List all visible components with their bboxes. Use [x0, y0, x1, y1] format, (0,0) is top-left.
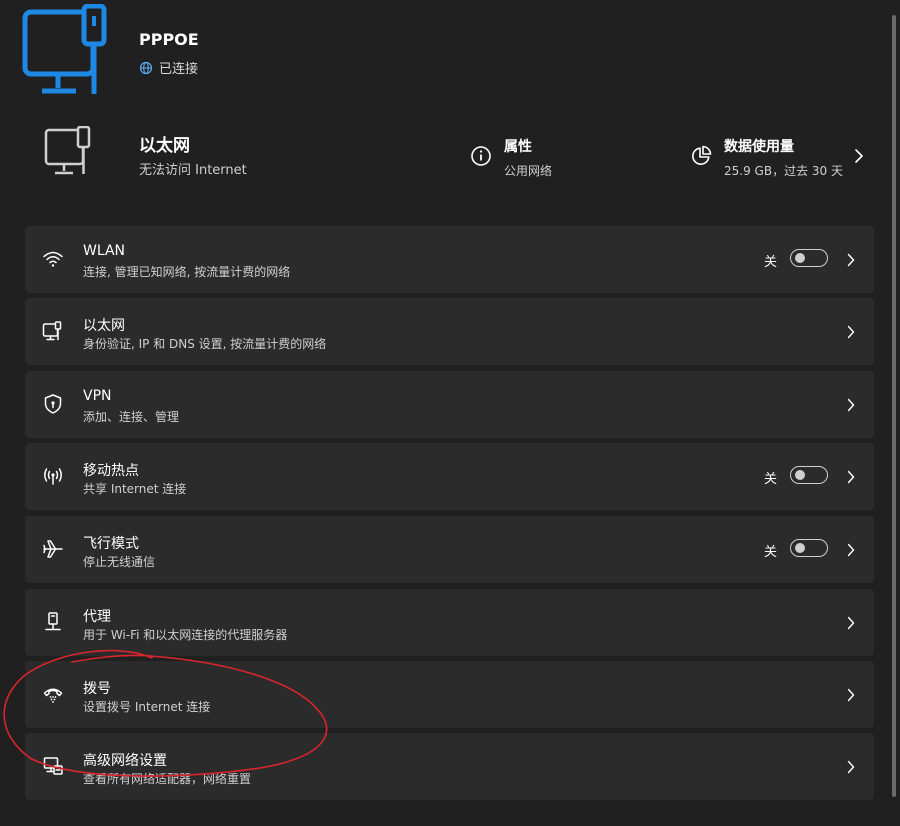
settings-item-dialup[interactable]: 拨号 设置拨号 Internet 连接 [25, 661, 874, 728]
settings-item-vpn[interactable]: VPN 添加、连接、管理 [25, 371, 874, 438]
toggle-knob [795, 543, 805, 553]
item-title: VPN [83, 388, 112, 404]
scrollbar[interactable] [892, 15, 896, 797]
settings-item-wlan[interactable]: WLAN 连接, 管理已知网络, 按流量计费的网络 关 [25, 226, 874, 293]
network-adapter-icon [43, 757, 63, 775]
chevron-right-icon [847, 470, 855, 484]
settings-item-mobile-hotspot[interactable]: 移动热点 共享 Internet 连接 关 [25, 443, 874, 510]
network-settings-page: PPPOE 已连接 以太网 无法访问 Internet 属性 公用网络 数据使用… [0, 0, 900, 826]
item-subtitle: 身份验证, IP 和 DNS 设置, 按流量计费的网络 [83, 337, 327, 351]
item-subtitle: 用于 Wi-Fi 和以太网连接的代理服务器 [83, 628, 288, 642]
item-title: 代理 [83, 609, 111, 625]
chevron-right-icon [847, 688, 855, 702]
connection-title: PPPOE [139, 30, 199, 49]
item-title: 拨号 [83, 681, 111, 697]
item-title: 飞行模式 [83, 536, 139, 552]
item-subtitle: 连接, 管理已知网络, 按流量计费的网络 [83, 265, 291, 279]
data-usage-button[interactable]: 数据使用量 25.9 GB，过去 30 天 [690, 136, 843, 179]
airplane-icon [43, 540, 63, 558]
settings-item-advanced-network[interactable]: 高级网络设置 查看所有网络适配器，网络重置 [25, 733, 874, 800]
pie-chart-icon [692, 145, 712, 165]
wifi-icon [43, 251, 63, 267]
item-title: WLAN [83, 243, 126, 259]
ethernet-icon [42, 321, 62, 341]
data-usage-subtitle: 25.9 GB，过去 30 天 [724, 164, 843, 178]
chevron-right-icon [847, 325, 855, 339]
ethernet-title: 以太网 [139, 136, 190, 156]
hotspot-icon [44, 468, 62, 485]
globe-icon [139, 61, 153, 74]
properties-title: 属性 [504, 139, 532, 155]
connection-status: 已连接 [139, 58, 198, 77]
ethernet-subtitle: 无法访问 Internet [139, 163, 247, 178]
chevron-right-icon [847, 543, 855, 557]
dialup-icon [43, 688, 63, 703]
chevron-right-icon [847, 253, 855, 267]
settings-item-airplane-mode[interactable]: 飞行模式 停止无线通信 关 [25, 516, 874, 583]
shield-icon [44, 394, 62, 414]
toggle-state-label: 关 [764, 545, 778, 560]
chevron-right-icon [847, 616, 855, 630]
toggle-state-label: 关 [764, 472, 778, 487]
connection-status-label: 已连接 [159, 62, 199, 77]
item-subtitle: 设置拨号 Internet 连接 [83, 700, 211, 714]
item-subtitle: 添加、连接、管理 [83, 410, 180, 424]
item-title: 移动热点 [83, 463, 139, 479]
item-title: 高级网络设置 [83, 753, 167, 769]
item-subtitle: 查看所有网络适配器，网络重置 [83, 772, 252, 786]
ethernet-computer-icon [22, 4, 107, 94]
chevron-right-icon [847, 760, 855, 774]
chevron-right-icon [847, 398, 855, 412]
wlan-toggle[interactable] [790, 249, 828, 267]
properties-button[interactable]: 属性 公用网络 [470, 136, 552, 179]
airplane-mode-toggle[interactable] [790, 539, 828, 557]
toggle-knob [795, 253, 805, 263]
item-subtitle: 停止无线通信 [83, 555, 156, 569]
item-subtitle: 共享 Internet 连接 [83, 482, 187, 496]
properties-subtitle: 公用网络 [504, 164, 553, 178]
chevron-right-icon[interactable] [853, 147, 865, 165]
settings-item-proxy[interactable]: 代理 用于 Wi-Fi 和以太网连接的代理服务器 [25, 589, 874, 656]
item-title: 以太网 [83, 318, 125, 334]
data-usage-title: 数据使用量 [724, 139, 794, 155]
settings-item-ethernet[interactable]: 以太网 身份验证, IP 和 DNS 设置, 按流量计费的网络 [25, 298, 874, 365]
toggle-state-label: 关 [764, 255, 778, 270]
info-icon [471, 146, 491, 166]
toggle-knob [795, 470, 805, 480]
mobile-hotspot-toggle[interactable] [790, 466, 828, 484]
proxy-icon [45, 612, 61, 631]
ethernet-computer-icon [44, 126, 91, 175]
